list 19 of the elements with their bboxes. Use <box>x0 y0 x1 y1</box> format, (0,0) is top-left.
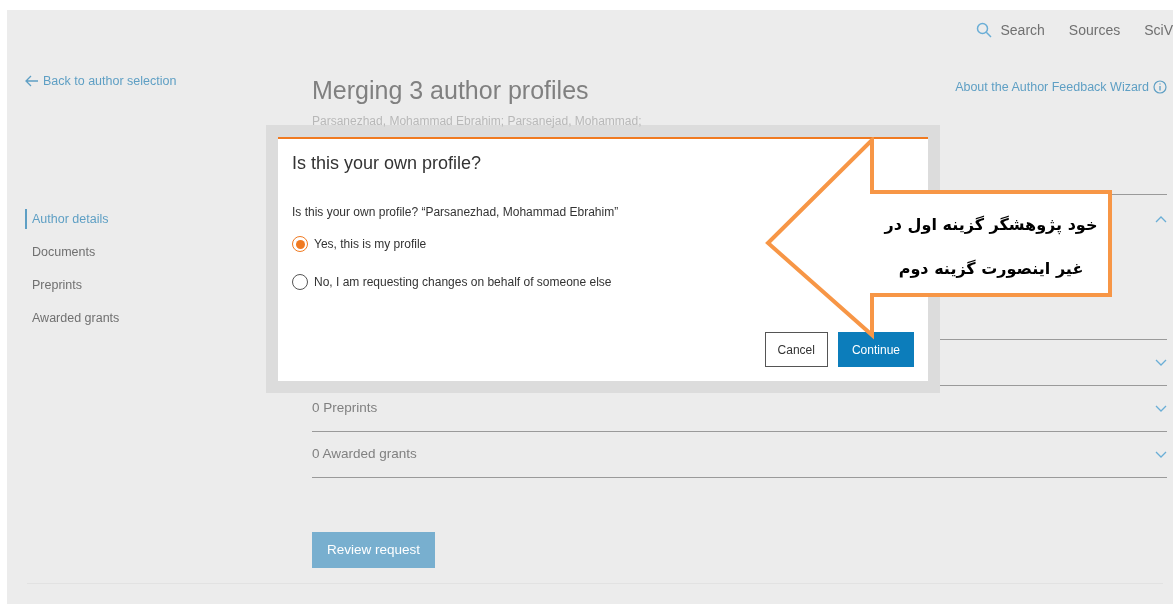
dialog-title: Is this your own profile? <box>292 152 483 175</box>
back-link[interactable]: Back to author selection <box>25 72 312 91</box>
nav-link[interactable]: Sources <box>1068 19 1121 41</box>
continue-button[interactable]: Continue <box>837 332 914 367</box>
page-title: Merging 3 author profiles <box>312 75 589 106</box>
accordion-row[interactable]: 0 Awarded grants <box>312 432 1167 478</box>
callout-text: خود پژوهشگر گزینه اول در <box>884 214 1098 237</box>
radio-option[interactable]: Yes, this is my profile <box>292 235 427 253</box>
help-link[interactable]: About the Author Feedback Wizard <box>955 78 1167 97</box>
info-icon <box>1153 80 1167 95</box>
search-link[interactable]: Search <box>976 19 1045 41</box>
cancel-button[interactable]: Cancel <box>764 332 828 367</box>
radio-option[interactable]: No, I am requesting changes on behalf of someone else <box>292 273 612 291</box>
nav-link[interactable]: SciV <box>1144 19 1173 41</box>
section-label: 0 Awarded grants <box>312 445 417 464</box>
search-icon <box>976 22 993 38</box>
callout-text: غیر اینصورت گزینه دوم <box>898 258 1084 280</box>
section-label: 0 Preprints <box>312 399 378 418</box>
arrow-left-icon <box>25 75 39 88</box>
